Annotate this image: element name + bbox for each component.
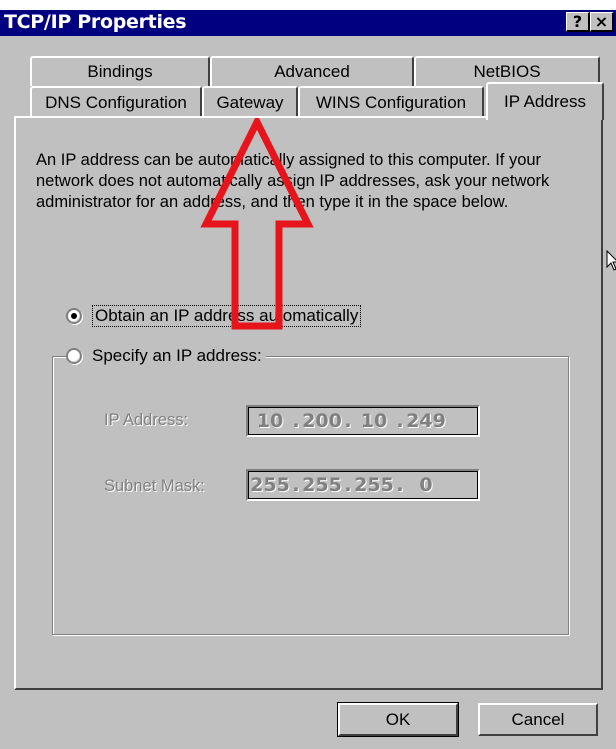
mask-octet: 255 xyxy=(250,474,290,496)
tab-label: Advanced xyxy=(274,62,350,81)
tab-ip-address[interactable]: IP Address xyxy=(486,82,604,120)
close-icon: × xyxy=(594,12,609,31)
mouse-pointer-icon xyxy=(606,250,616,271)
tab-label: Bindings xyxy=(87,62,153,81)
subnet-mask-label: Subnet Mask: xyxy=(104,477,205,495)
specify-ip-option[interactable]: Specify an IP address: xyxy=(66,346,266,366)
ip-octet: 10 xyxy=(360,410,388,432)
ip-address-field[interactable]: 10 . 200 . 10 . 249 xyxy=(246,405,480,437)
mask-octet: 255 xyxy=(302,474,342,496)
octet-separator: . xyxy=(292,410,300,432)
ok-button-label: OK xyxy=(385,709,411,729)
ip-octet: 10 xyxy=(256,410,284,432)
help-button[interactable]: ? xyxy=(566,12,590,32)
tab-gateway[interactable]: Gateway xyxy=(202,86,298,118)
tab-label: DNS Configuration xyxy=(45,93,187,112)
tab-label: NetBIOS xyxy=(473,62,541,81)
octet-separator: . xyxy=(344,474,352,496)
tab-advanced[interactable]: Advanced xyxy=(210,56,414,86)
mask-octet: 0 xyxy=(419,474,433,496)
octet-separator: . xyxy=(344,410,352,432)
red-arrow-up-icon xyxy=(200,118,314,330)
ip-address-label: IP Address: xyxy=(104,411,189,429)
radio-unselected-icon[interactable] xyxy=(66,348,82,364)
octet-separator: . xyxy=(292,474,300,496)
help-icon: ? xyxy=(572,12,583,31)
ip-octet: 200 xyxy=(302,410,342,432)
specify-ip-label: Specify an IP address: xyxy=(92,346,262,365)
ip-octet: 249 xyxy=(406,410,446,432)
cancel-button[interactable]: Cancel xyxy=(478,703,598,736)
octet-separator: . xyxy=(396,410,404,432)
title-bar[interactable]: TCP/IP Properties ? × xyxy=(0,10,616,36)
subnet-mask-field[interactable]: 255 . 255 . 255 . 0 xyxy=(246,469,480,501)
ok-button[interactable]: OK xyxy=(337,702,459,737)
octet-separator: . xyxy=(396,474,404,496)
tab-label: Gateway xyxy=(216,93,284,112)
cancel-button-label: Cancel xyxy=(511,709,565,729)
mask-octet: 255 xyxy=(354,474,394,496)
tab-label: IP Address xyxy=(504,92,586,111)
tab-wins-configuration[interactable]: WINS Configuration xyxy=(298,86,484,118)
tab-bindings[interactable]: Bindings xyxy=(30,56,210,86)
radio-selected-icon[interactable] xyxy=(66,308,82,324)
tab-label: WINS Configuration xyxy=(315,93,467,112)
window-title: TCP/IP Properties xyxy=(4,11,187,33)
close-button[interactable]: × xyxy=(590,12,614,32)
tab-dns-configuration[interactable]: DNS Configuration xyxy=(30,86,202,118)
